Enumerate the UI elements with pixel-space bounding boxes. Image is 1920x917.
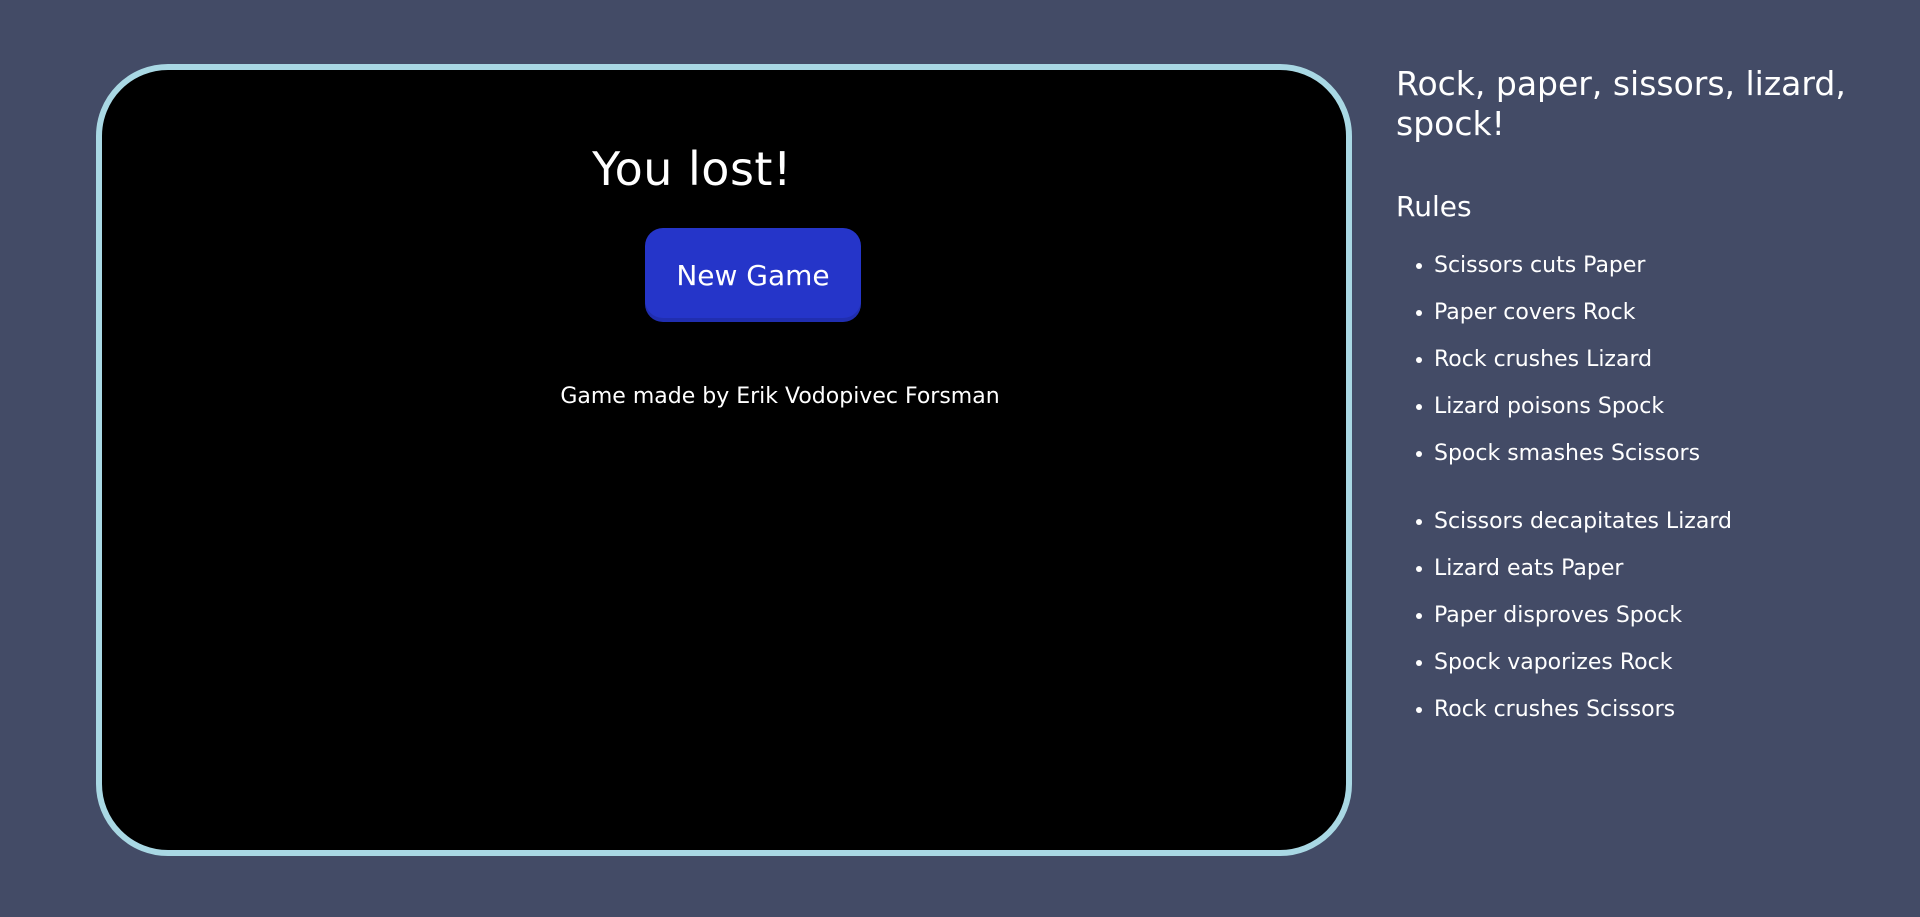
rule-item: Paper covers Rock — [1396, 289, 1896, 336]
rule-item: Rock crushes Scissors — [1396, 686, 1896, 733]
rule-item: Scissors cuts Paper — [1396, 242, 1896, 289]
rules-heading: Rules — [1396, 190, 1472, 223]
sidebar: Rock, paper, sissors, lizard, spock! Rul… — [1396, 64, 1896, 733]
rule-item: Lizard eats Paper — [1396, 545, 1896, 592]
rules-list: Scissors cuts Paper Paper covers Rock Ro… — [1396, 242, 1896, 733]
rule-item: Rock crushes Lizard — [1396, 336, 1896, 383]
rule-item: Spock smashes Scissors — [1396, 430, 1896, 477]
game-board: You lost! New Game Game made by Erik Vod… — [96, 64, 1352, 856]
rule-item: Spock vaporizes Rock — [1396, 639, 1896, 686]
result-title: You lost! — [592, 142, 792, 196]
new-game-button[interactable]: New Game — [645, 228, 861, 322]
sidebar-title: Rock, paper, sissors, lizard, spock! — [1396, 64, 1846, 143]
rule-item: Lizard poisons Spock — [1396, 383, 1896, 430]
rule-item: Scissors decapitates Lizard — [1396, 498, 1896, 545]
credit-text: Game made by Erik Vodopivec Forsman — [560, 384, 1000, 409]
page: You lost! New Game Game made by Erik Vod… — [0, 0, 1920, 917]
rule-item: Paper disproves Spock — [1396, 592, 1896, 639]
